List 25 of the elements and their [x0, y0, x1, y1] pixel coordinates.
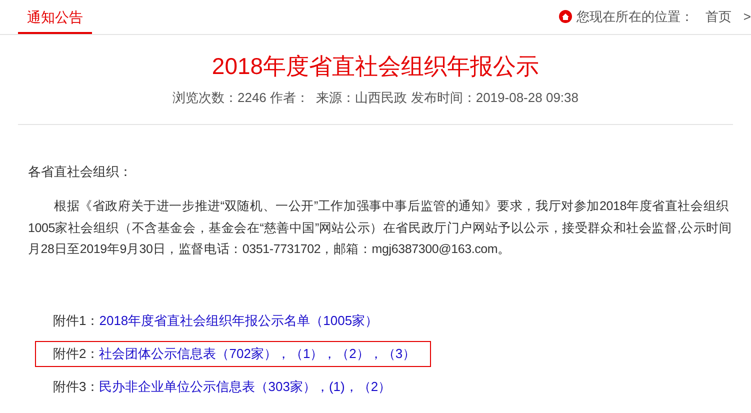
article-title: 2018年度省直社会组织年报公示 — [210, 52, 540, 81]
link-separator: ， — [344, 378, 358, 396]
link-separator: ， — [323, 345, 336, 364]
location-label: 您现在所在的位置： — [576, 8, 694, 26]
link-separator: ， — [316, 378, 329, 396]
attachment-link[interactable]: （1） — [290, 344, 324, 364]
attachment-label: 附件1： — [53, 312, 100, 330]
salutation: 各省直社会组织： — [28, 162, 133, 180]
attachment-link[interactable]: （2） — [336, 344, 370, 364]
home-icon — [559, 10, 572, 23]
breadcrumb-link[interactable]: 首页 — [705, 6, 732, 26]
breadcrumb-separator: > — [743, 8, 751, 26]
attachment-link[interactable]: （3） — [382, 344, 416, 364]
link-separator: ， — [276, 345, 290, 364]
article-paragraph: 根据《省政府关于进一步推进“双随机、一公开”工作加强事中事后监管的通知》要求，我厅对参加2018年度省直社会组织 1005家社会组织（不含基金会，基金会在“慈善中国”网站公示）在省民政厅门户网站予以公示，接受群众和社会监督,公示时间 月28日至2019年9月30日，监督电话：0351-7731702，邮箱：mgj6387300@163.com。 — [28, 198, 732, 258]
attachment-link[interactable]: （2） — [358, 377, 392, 397]
attachment-link[interactable]: (1) — [328, 377, 345, 397]
attachment-link[interactable]: 社会团体公示信息表（702家） — [99, 344, 277, 364]
attachment-label: 附件2： — [53, 345, 100, 364]
article-meta: 浏览次数：2246 作者： 来源：山西民政 发布时间：2019-08-28 09:38 — [171, 89, 580, 107]
section-tab[interactable]: 通知公告 — [18, 7, 92, 34]
attachment-link[interactable]: 民办非企业单位公示信息表（303家） — [99, 377, 316, 397]
attachment-label: 附件3： — [53, 378, 100, 396]
link-separator: ， — [369, 345, 382, 364]
attachment-link[interactable]: 2018年度省直社会组织年报公示名单（1005家） — [99, 311, 378, 331]
